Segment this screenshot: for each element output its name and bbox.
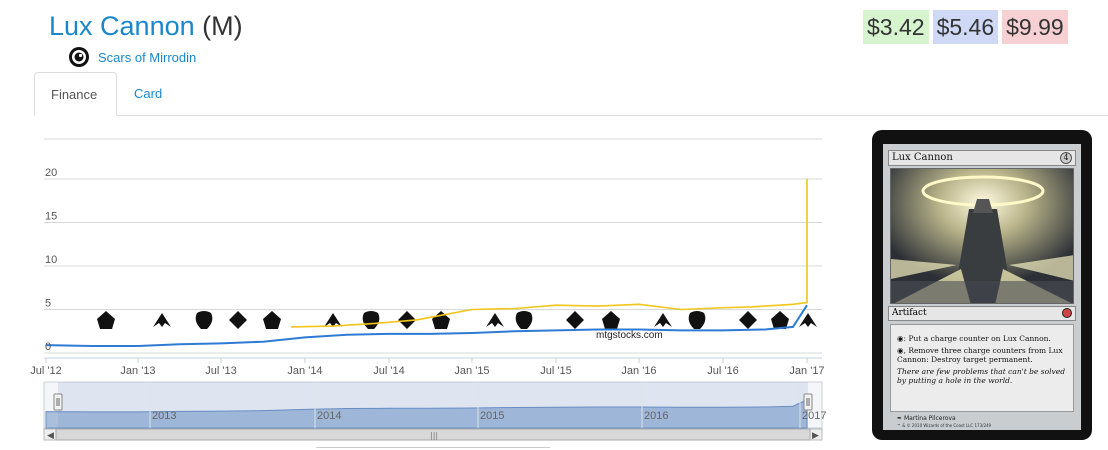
card-artist: ✒ Martina Pilcerova [897, 415, 956, 422]
dragons-symbol [515, 311, 533, 329]
set-symbol-icon [69, 47, 89, 67]
navigator-year-label: 2013 [152, 410, 176, 422]
x-tick-label: Jul '12 [30, 365, 61, 377]
set-icon-shape [195, 311, 213, 329]
x-tick-label: Jan '13 [120, 365, 155, 377]
card-title: Lux Cannon (M) [49, 8, 243, 44]
price-chart-svg: mtgstocks.com 0 5 10 15 20 Jul '12 Jan '13 Jul … [30, 138, 826, 441]
m14-symbol [229, 311, 247, 329]
set-icon-shape [486, 313, 504, 327]
set-icon-shape [515, 311, 533, 329]
eldritch-symbol [739, 311, 757, 329]
x-tick-label: Jan '14 [287, 365, 322, 377]
dark-ascension-symbol [153, 313, 171, 327]
navigator-year-label: 2015 [480, 410, 504, 422]
navigator-year-label: 2014 [317, 410, 341, 422]
card-flavor-text: There are few problems that can't be sol… [897, 367, 1065, 385]
y-tick-label: 10 [45, 254, 57, 266]
y-tick-label: 15 [45, 211, 57, 223]
set-icon-shape [229, 311, 247, 329]
tab-finance[interactable]: Finance [34, 72, 117, 116]
fate-reforged-symbol [486, 313, 504, 327]
tab-card[interactable]: Card [118, 72, 178, 116]
x-tick-label: Jan '15 [454, 365, 489, 377]
avacyn-symbol [195, 311, 213, 329]
y-tick-label: 5 [45, 298, 51, 310]
watermark-text: mtgstocks.com [596, 330, 663, 341]
tab-bar: Finance Card [34, 72, 1108, 116]
card-rarity: (M) [202, 11, 243, 41]
x-tick-label: Jul '15 [540, 365, 571, 377]
y-tick-label: 0 [45, 341, 51, 353]
set-icon-shape [97, 311, 115, 329]
x-tick-label: Jul '16 [707, 365, 738, 377]
scars-symbol [97, 311, 115, 329]
navigator-left-handle[interactable] [53, 393, 63, 411]
price-high-badge: $9.99 [1002, 10, 1068, 44]
card-text-box: ◉: Put a charge counter on Lux Cannon. ◉… [890, 324, 1074, 412]
series-line-0 [290, 179, 808, 328]
kaladesh-symbol [771, 311, 789, 329]
theros-symbol [263, 311, 281, 329]
set-row: Scars of Mirrodin [68, 46, 196, 68]
card-type-line: Artifact [888, 306, 1076, 321]
mana-cost-icon: 4 [1060, 152, 1072, 164]
navigator-right-handle[interactable] [803, 393, 813, 411]
set-icon-shape [362, 311, 380, 329]
x-tick-label: Jan '17 [789, 365, 824, 377]
set-icon-shape [153, 313, 171, 327]
scroll-right-icon[interactable]: ▶ [812, 431, 819, 441]
card-image-title: Lux Cannon 4 [888, 150, 1076, 166]
page: Lux Cannon (M) Scars of Mirrodin $3.42 $… [0, 0, 1108, 450]
oath-symbol [654, 313, 672, 327]
price-low-badge: $3.42 [863, 10, 929, 44]
price-badges: $3.42 $5.46 $9.99 [863, 10, 1072, 44]
set-icon-shape [602, 311, 620, 329]
card-image-body: Lux Cannon 4 Artifact ◉: Put a charge co… [883, 144, 1081, 430]
handle-body[interactable] [53, 393, 63, 411]
card-rule-2: ◉, Remove three charge counters from Lux… [897, 346, 1063, 364]
divider [316, 447, 550, 448]
set-icon-shape [566, 311, 584, 329]
card-name: Lux Cannon [49, 11, 195, 41]
set-release-icons: mtgstocks.com [97, 311, 817, 341]
card-art [890, 168, 1074, 304]
journey-symbol [362, 311, 380, 329]
set-icon-shape [739, 311, 757, 329]
navigator-year-label: 2016 [644, 410, 668, 422]
card-type: Artifact [892, 308, 927, 318]
scrollbar-grip-icon: ||| [430, 431, 438, 440]
y-tick-label: 20 [45, 167, 57, 179]
x-tick-label: Jul '14 [373, 365, 404, 377]
handle-body[interactable] [803, 393, 813, 411]
scroll-left-icon[interactable]: ◀ [47, 431, 54, 441]
price-chart: mtgstocks.com 0 5 10 15 20 Jul '12 Jan '13 Jul … [30, 120, 840, 450]
chart-navigator[interactable]: 2013 2014 2015 2016 2017 ◀ ▶ ||| [43, 381, 826, 441]
x-tick-label: Jan '16 [621, 365, 656, 377]
card-set-symbol-icon [1062, 308, 1072, 318]
origins-symbol [566, 311, 584, 329]
battle-for-zendikar-symbol [602, 311, 620, 329]
card-image: Lux Cannon 4 Artifact ◉: Put a charge co… [872, 130, 1092, 440]
card-image-name: Lux Cannon [892, 152, 953, 163]
set-icon-shape [263, 311, 281, 329]
card-art-illustration [891, 169, 1073, 303]
card-rule-1: ◉: Put a charge counter on Lux Cannon. [897, 334, 1051, 343]
set-icon-shape [771, 311, 789, 329]
set-icon-shape [688, 311, 706, 329]
set-icon-shape [654, 313, 672, 327]
shadows-symbol [688, 311, 706, 329]
navigator-year-label: 2017 [802, 410, 826, 422]
x-tick-label: Jul '13 [205, 365, 236, 377]
set-link[interactable]: Scars of Mirrodin [98, 50, 196, 65]
card-footer: ™ & © 2010 Wizards of the Coast LLC 173/… [897, 423, 992, 428]
price-avg-badge: $5.46 [932, 10, 999, 44]
